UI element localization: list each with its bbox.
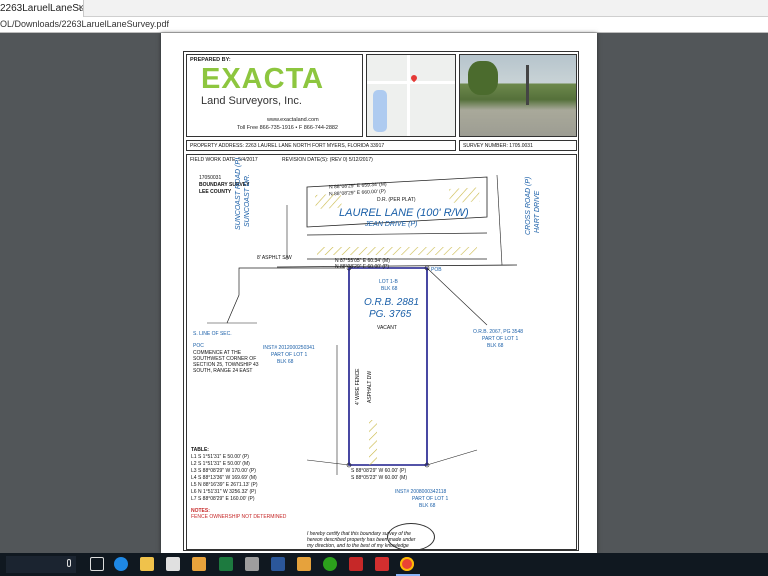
folder-icon[interactable] bbox=[192, 557, 206, 571]
bearing-bot-m: S 88°05'23" W 60.00' (M) bbox=[351, 475, 407, 481]
map-image bbox=[367, 55, 455, 136]
pdf-page: PREPARED BY: EXACTA Land Surveyors, Inc.… bbox=[161, 33, 597, 553]
street-alt-name: JEAN DRIVE (P) bbox=[365, 221, 418, 228]
table-row: L4 S 88°13'36" W 169.69' (M) bbox=[191, 475, 257, 481]
close-icon[interactable]: × bbox=[76, 2, 83, 14]
orb-label: O.R.B. 2881 bbox=[364, 297, 420, 308]
surveyor-seal bbox=[387, 523, 435, 549]
address-bar[interactable]: OL/Downloads/2263LaruelLaneSurvey.pdf bbox=[0, 17, 768, 33]
tab-title: 2263LaruelLaneSurvey.p bbox=[0, 3, 84, 14]
address-box: PROPERTY ADDRESS: 2263 LAUREL LANE NORTH… bbox=[186, 140, 456, 151]
poc-note: COMMENCE AT THE SOUTHWEST CORNER OF SECT… bbox=[193, 350, 259, 374]
left-road-alt: SUNCOAST DR. bbox=[244, 174, 251, 227]
table-row: L3 S 88°08'29" W 170.00' (P) bbox=[191, 468, 256, 474]
bearing-mid-p: N 88°08'29" E 60.00' (P) bbox=[335, 264, 390, 270]
blk-label: BLK 68 bbox=[381, 286, 398, 292]
notes-text: FENCE OWNERSHIP NOT DETERMINED bbox=[191, 514, 287, 520]
s-line-label: S. LINE OF SEC. bbox=[193, 331, 232, 337]
table-row: L5 N 88°16'39" E 2671.13' (P) bbox=[191, 482, 258, 488]
inst-left: INST# 2012000250341 bbox=[263, 345, 315, 351]
survey-number: SURVEY NUMBER: 1705.0031 bbox=[463, 143, 533, 149]
poc-label: POC bbox=[193, 343, 204, 349]
line-table: L1 S 1°51'31" E 50.00' (P) L2 S 1°51'31" … bbox=[191, 454, 258, 503]
pob-label: POB bbox=[431, 267, 442, 273]
edge-icon[interactable] bbox=[114, 557, 128, 571]
calc-icon[interactable] bbox=[245, 557, 259, 571]
lot-label: LOT 1-B bbox=[379, 279, 398, 285]
pg-label: PG. 3765 bbox=[369, 309, 412, 320]
chrome-icon[interactable] bbox=[400, 557, 414, 571]
explorer-icon[interactable] bbox=[140, 557, 154, 571]
address-text: OL/Downloads/2263LaruelLaneSurvey.pdf bbox=[0, 19, 169, 29]
vacant-label: VACANT bbox=[377, 325, 397, 331]
table-row: L6 N 1°51'31" W 3256.32' (P) bbox=[191, 489, 257, 495]
logo-subtitle: Land Surveyors, Inc. bbox=[201, 95, 302, 107]
drawing-area: FIELD WORK DATE: 5/4/2017 REVISION DATE(… bbox=[186, 154, 577, 550]
tab-bar: 2263LaruelLaneSurvey.p × bbox=[0, 0, 768, 17]
right-road-name: CROSS ROAD (P) bbox=[525, 176, 532, 235]
inst-left-blk: BLK 68 bbox=[277, 359, 294, 365]
q-icon[interactable] bbox=[375, 557, 389, 571]
spreadsheet-icon[interactable] bbox=[349, 557, 363, 571]
inst-bottom-blk: BLK 68 bbox=[419, 503, 436, 509]
table-title: TABLE: bbox=[191, 447, 209, 453]
property-address: PROPERTY ADDRESS: 2263 LAUREL LANE NORTH… bbox=[190, 143, 385, 149]
files-icon[interactable] bbox=[297, 557, 311, 571]
asphalt-sidewalk: 8' ASPHLT S/W bbox=[257, 255, 292, 261]
asphalt-dw-label: ASPHALT DW bbox=[367, 370, 373, 403]
exacta-logo: EXACTA bbox=[201, 63, 325, 95]
dr-per-plat: D.R. (PER PLAT) bbox=[377, 197, 416, 203]
website: www.exactaland.com bbox=[267, 117, 319, 123]
property-photo bbox=[459, 54, 577, 137]
orb-right-part: PART OF LOT 1 bbox=[482, 336, 519, 342]
right-road-alt: HART DRIVE bbox=[534, 190, 541, 233]
table-row: L1 S 1°51'31" E 50.00' (P) bbox=[191, 454, 249, 460]
location-map bbox=[366, 54, 456, 137]
orb-right-blk: BLK 68 bbox=[487, 343, 504, 349]
photo-image bbox=[460, 55, 576, 136]
word-icon[interactable] bbox=[271, 557, 285, 571]
taskview-icon[interactable] bbox=[90, 557, 104, 571]
browser-tab[interactable]: 2263LaruelLaneSurvey.p × bbox=[0, 0, 84, 17]
table-row: L2 S 1°51'31" E 50.00' (M) bbox=[191, 461, 250, 467]
taskbar bbox=[0, 553, 768, 576]
search-box[interactable] bbox=[6, 556, 76, 573]
survey-number-box: SURVEY NUMBER: 1705.0031 bbox=[459, 140, 577, 151]
excel-icon[interactable] bbox=[219, 557, 233, 571]
street-name: LAUREL LANE (100' R/W) bbox=[339, 207, 469, 219]
inst-left-part: PART OF LOT 1 bbox=[271, 352, 308, 358]
bearing-bot-p: S 88°08'29" W 60.00' (P) bbox=[351, 468, 407, 474]
quickbooks-icon[interactable] bbox=[323, 557, 337, 571]
inst-bottom-part: PART OF LOT 1 bbox=[412, 496, 449, 502]
fence-label: 4' WIRE FENCE bbox=[355, 368, 361, 405]
phone-numbers: Toll Free 866-735-1916 • F 866-744-2882 bbox=[237, 125, 338, 131]
mic-icon[interactable] bbox=[67, 559, 71, 567]
store-icon[interactable] bbox=[166, 557, 180, 571]
left-road-name: SUNCOAST ROAD (P) bbox=[235, 157, 242, 230]
orb-right: O.R.B. 2067, PG 3548 bbox=[473, 329, 524, 335]
inst-bottom: INST# 2008000342118 bbox=[395, 489, 447, 495]
table-row: L7 S 88°08'29" E 160.00' (P) bbox=[191, 496, 255, 502]
logo-box: PREPARED BY: EXACTA Land Surveyors, Inc.… bbox=[186, 54, 363, 137]
